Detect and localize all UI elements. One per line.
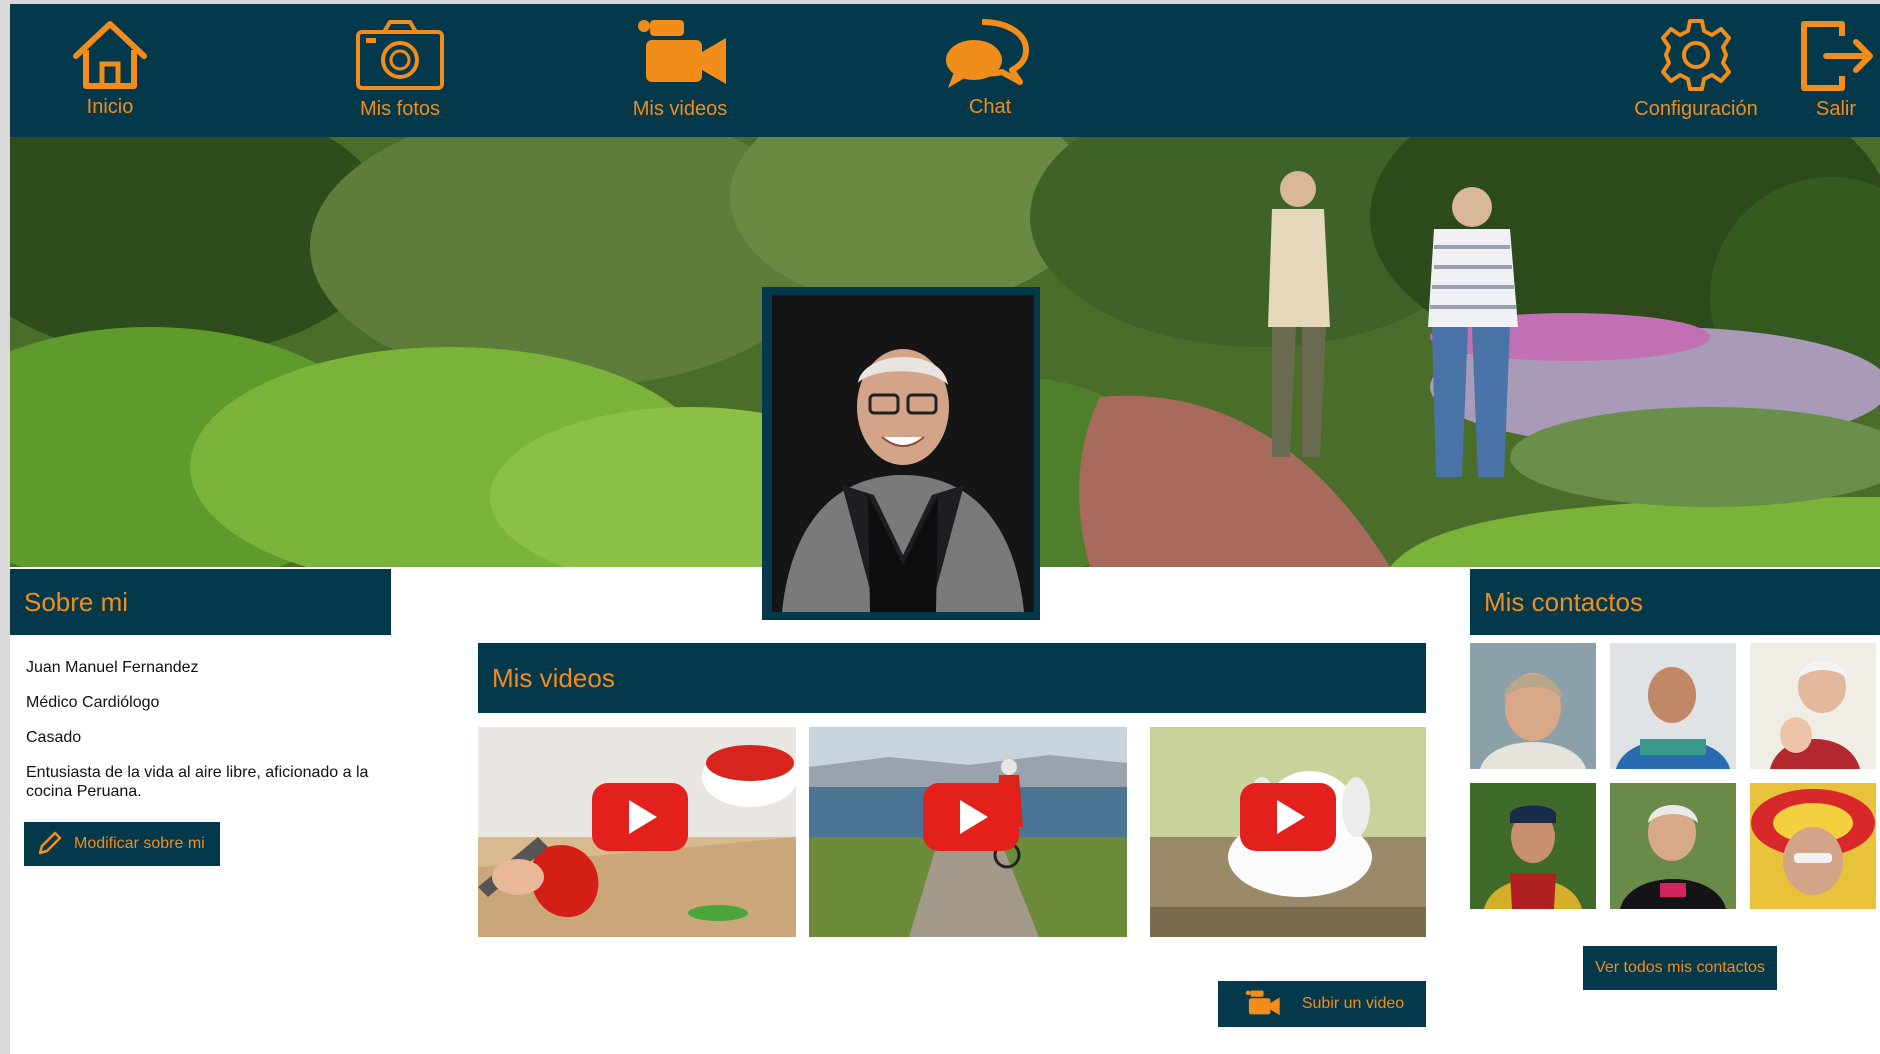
app-page: Inicio Mis fotos Mis videos Chat Configu… — [10, 4, 1880, 1054]
upload-video-button[interactable]: Subir un video — [1218, 981, 1426, 1027]
contact-avatar[interactable] — [1750, 643, 1876, 769]
nav-label: Mis fotos — [359, 98, 441, 120]
home-icon — [73, 21, 147, 89]
contacts-section-header: Mis contactos — [1470, 569, 1880, 635]
upload-video-label: Subir un video — [1301, 995, 1405, 1012]
nav-mis-fotos[interactable]: Mis fotos — [330, 4, 470, 137]
nav-label: Chat — [968, 96, 1012, 118]
view-all-contacts-button[interactable]: Ver todos mis contactos — [1583, 946, 1777, 990]
videos-section-header: Mis videos — [478, 643, 1426, 713]
profile-photo — [772, 295, 1034, 612]
chat-bubbles-icon — [946, 19, 1029, 88]
about-title: Sobre mi — [24, 586, 129, 617]
camera-icon — [356, 20, 444, 90]
video-thumbnail[interactable] — [809, 727, 1127, 937]
pencil-icon — [38, 831, 62, 855]
about-section-header: Sobre mi — [10, 569, 391, 635]
play-icon[interactable] — [1240, 783, 1336, 851]
top-nav-bar: Inicio Mis fotos Mis videos Chat Configu… — [10, 4, 1880, 137]
video-camera-icon — [638, 20, 726, 84]
about-profession: Médico Cardiólogo — [26, 694, 160, 711]
edit-about-button[interactable]: Modificar sobre mi — [24, 822, 220, 866]
nav-salir[interactable]: Salir — [1796, 4, 1876, 137]
contact-avatar[interactable] — [1610, 643, 1736, 769]
nav-label: Salir — [1815, 98, 1856, 120]
contacts-title: Mis contactos — [1484, 586, 1643, 617]
about-status: Casado — [26, 729, 82, 746]
nav-label: Mis videos — [632, 98, 728, 120]
play-icon[interactable] — [592, 783, 688, 851]
nav-label: Configuración — [1634, 98, 1758, 120]
about-bio: Entusiasta de la vida al aire libre, afi… — [26, 764, 369, 800]
edit-about-label: Modificar sobre mi — [74, 835, 205, 852]
logout-icon — [1801, 21, 1873, 91]
profile-photo-frame[interactable] — [762, 287, 1040, 620]
contact-avatar[interactable] — [1470, 783, 1596, 909]
nav-inicio[interactable]: Inicio — [50, 4, 170, 137]
contact-avatar[interactable] — [1470, 643, 1596, 769]
nav-configuracion[interactable]: Configuración — [1616, 4, 1776, 137]
contact-avatar[interactable] — [1750, 783, 1876, 909]
gear-icon — [1661, 19, 1731, 91]
nav-mis-videos[interactable]: Mis videos — [610, 4, 750, 137]
view-all-contacts-label: Ver todos mis contactos — [1595, 959, 1765, 976]
video-camera-icon — [1245, 990, 1280, 1016]
contact-avatar[interactable] — [1610, 783, 1736, 909]
about-name: Juan Manuel Fernandez — [26, 659, 199, 676]
videos-title: Mis videos — [492, 662, 615, 693]
nav-chat[interactable]: Chat — [930, 4, 1050, 137]
play-icon[interactable] — [923, 783, 1019, 851]
video-thumbnail[interactable] — [478, 727, 796, 937]
video-thumbnail[interactable] — [1150, 727, 1426, 937]
nav-label: Inicio — [86, 96, 134, 118]
